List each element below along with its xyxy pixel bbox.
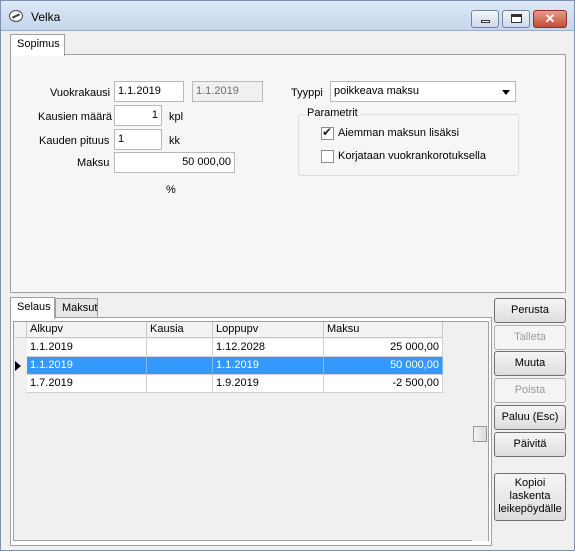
kausien-maara-field[interactable]: 1 (114, 105, 162, 126)
kpl-unit-label: kpl (169, 111, 184, 123)
korjataan-label: Korjataan vuokrankorotuksella (338, 150, 486, 162)
grid-vertical-scrollbar[interactable] (472, 338, 488, 541)
kauden-pituus-field[interactable]: 1 (114, 129, 162, 150)
parametrit-legend: Parametrit (305, 107, 360, 119)
muuta-button[interactable]: Muuta (494, 351, 566, 376)
title-bar[interactable]: Velka ✕ (1, 1, 574, 31)
paivita-button[interactable]: Päivitä (494, 432, 566, 457)
vuokrakausi-label: Vuokrakausi (50, 87, 111, 99)
cell-kausia (147, 357, 213, 375)
talleta-button[interactable]: Talleta (494, 325, 566, 350)
tab-sopimus[interactable]: Sopimus (10, 34, 65, 56)
aiemman-maksun-label: Aiemman maksun lisäksi (338, 127, 460, 139)
column-header-kausia[interactable]: Kausia (147, 322, 213, 338)
window-title: Velka (31, 10, 61, 24)
cell-loppupv: 1.1.2019 (213, 357, 324, 375)
kopioi-line-2: laskenta (509, 490, 551, 502)
maksu-field[interactable]: 50 000,00 (114, 152, 235, 173)
tyyppi-selected-value: poikkeava maksu (334, 85, 419, 97)
tab-selaus[interactable]: Selaus (10, 297, 55, 319)
table-row-selected[interactable]: 1.1.2019 1.1.2019 50 000,00 (15, 357, 443, 375)
current-row-arrow-icon (15, 361, 21, 371)
vuokrakausi-end-field: 1.1.2019 (192, 81, 263, 102)
paluu-button[interactable]: Paluu (Esc) (494, 405, 566, 430)
chevron-down-icon[interactable] (502, 90, 510, 95)
vuokrakausi-start-field[interactable]: 1.1.2019 (114, 81, 184, 102)
scrollbar-thumb[interactable] (473, 426, 487, 442)
aiemman-maksun-checkbox[interactable]: ✔ (321, 125, 334, 140)
perusta-button[interactable]: Perusta (494, 298, 566, 323)
korjataan-checkbox[interactable] (321, 150, 334, 163)
cell-loppupv: 1.9.2019 (213, 375, 324, 393)
table-row[interactable]: 1.7.2019 1.9.2019 -2 500,00 (15, 375, 443, 393)
column-header-loppupv[interactable]: Loppupv (213, 322, 324, 338)
cell-maksu: -2 500,00 (324, 375, 443, 393)
cell-kausia (147, 375, 213, 393)
close-icon: ✕ (544, 11, 556, 26)
tab-maksut-label: Maksut (62, 302, 98, 314)
cell-alkupv: 1.1.2019 (27, 357, 147, 375)
app-icon (9, 10, 23, 22)
kausien-maara-label: Kausien määrä (38, 111, 112, 123)
close-button[interactable]: ✕ (533, 10, 567, 28)
poista-button[interactable]: Poista (494, 378, 566, 403)
tab-maksut[interactable]: Maksut (55, 298, 98, 318)
kopioi-line-3: leikepöydälle (498, 503, 562, 515)
cell-alkupv: 1.1.2019 (27, 339, 147, 357)
cell-alkupv: 1.7.2019 (27, 375, 147, 393)
row-indicator-header (15, 322, 27, 338)
parametrit-group: Parametrit ✔ Aiemman maksun lisäksi Korj… (298, 107, 519, 176)
minimize-icon (481, 20, 490, 23)
tab-sopimus-label: Sopimus (17, 38, 60, 50)
maximize-button[interactable] (502, 10, 530, 28)
tab-selaus-label: Selaus (17, 301, 51, 313)
velka-window: Velka ✕ Sopimus Vuokrakausi 1.1.2019 1.1… (0, 0, 575, 551)
table-row[interactable]: 1.1.2019 1.12.2028 25 000,00 (15, 339, 443, 357)
kopioi-laskenta-button[interactable]: Kopioi laskenta leikepöydälle (494, 473, 566, 521)
column-header-alkupv[interactable]: Alkupv (27, 322, 147, 338)
cell-loppupv: 1.12.2028 (213, 339, 324, 357)
minimize-button[interactable] (471, 10, 499, 28)
kopioi-line-1: Kopioi (514, 477, 546, 489)
tyyppi-select[interactable]: poikkeava maksu (330, 81, 516, 102)
maksu-label: Maksu (77, 157, 110, 169)
cell-maksu: 25 000,00 (324, 339, 443, 357)
checkmark-icon: ✔ (322, 125, 333, 139)
maximize-icon (511, 14, 522, 23)
cell-maksu: 50 000,00 (324, 357, 443, 375)
column-header-maksu[interactable]: Maksu (324, 322, 443, 338)
kk-unit-label: kk (169, 135, 180, 147)
sopimus-panel: Vuokrakausi 1.1.2019 1.1.2019 Kausien mä… (10, 54, 566, 293)
percent-label: % (166, 184, 176, 196)
cell-kausia (147, 339, 213, 357)
tyyppi-label: Tyyppi (291, 87, 323, 99)
kauden-pituus-label: Kauden pituus (39, 135, 110, 147)
